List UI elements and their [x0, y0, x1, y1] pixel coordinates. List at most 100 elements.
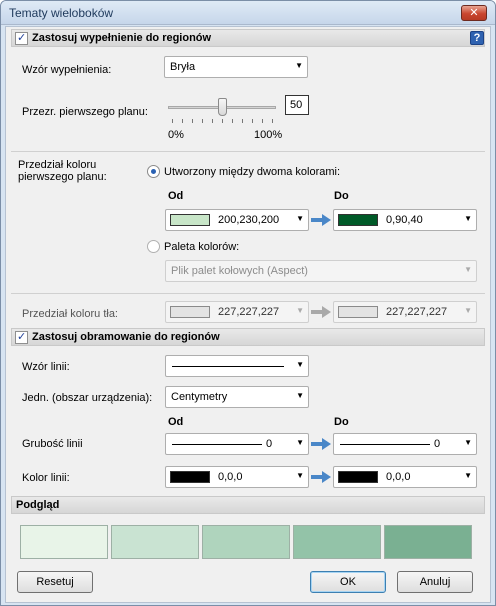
chevron-down-icon: ▼: [296, 471, 304, 480]
slider-tick: [272, 119, 273, 123]
foreground-from-color-value: 200,230,200: [218, 214, 280, 226]
palette-radio[interactable]: [147, 240, 160, 253]
slider-tick: [232, 119, 233, 123]
preview-swatch: [293, 525, 381, 559]
border-section-title: Zastosuj obramowanie do regionów: [32, 331, 220, 343]
background-to-color-dropdown[interactable]: 227,227,227 ▼: [333, 301, 477, 323]
units-label: Jedn. (obszar urządzenia):: [22, 392, 153, 404]
chevron-down-icon: ▼: [295, 61, 303, 70]
help-button[interactable]: ?: [470, 31, 484, 45]
close-icon: ✕: [469, 7, 479, 19]
color-swatch: [338, 214, 378, 226]
chevron-down-icon: ▼: [464, 471, 472, 480]
palette-value: Plik palet kołowych (Aspect): [171, 265, 308, 277]
arrow-right-icon: [311, 438, 331, 450]
divider: [11, 293, 485, 294]
background-from-color-dropdown[interactable]: 227,227,227 ▼: [165, 301, 309, 323]
thickness-from-dropdown[interactable]: 0 ▼: [165, 433, 309, 455]
chevron-down-icon: ▼: [296, 214, 304, 223]
close-button[interactable]: ✕: [461, 5, 487, 21]
line-thickness-label: Grubość linii: [22, 438, 83, 450]
slider-tick: [172, 119, 173, 123]
background-range-label: Przedział koloru tła:: [22, 308, 118, 320]
line-color-to-value: 0,0,0: [386, 471, 411, 483]
arrow-right-icon: [311, 214, 331, 226]
transparency-label: Przezr. pierwszego planu:: [22, 106, 148, 118]
preview-swatch: [202, 525, 290, 559]
divider: [11, 151, 485, 152]
chevron-down-icon: ▼: [464, 265, 472, 274]
thickness-to-dropdown[interactable]: 0 ▼: [333, 433, 477, 455]
line-color-to-dropdown[interactable]: 0,0,0 ▼: [333, 466, 477, 488]
chevron-down-icon: ▼: [296, 360, 304, 369]
fill-section-header: ✓ Zastosuj wypełnienie do regionów ?: [11, 29, 485, 47]
checkmark-icon: ✓: [17, 331, 27, 343]
color-swatch: [338, 471, 378, 483]
slider-tick: [262, 119, 263, 123]
foreground-from-color-dropdown[interactable]: 200,230,200 ▼: [165, 209, 309, 231]
two-colors-radio[interactable]: [147, 165, 160, 178]
slider-ticks: [172, 119, 273, 123]
checkmark-icon: ✓: [17, 32, 27, 44]
color-swatch: [338, 306, 378, 318]
chevron-down-icon: ▼: [464, 306, 472, 315]
fill-section-title: Zastosuj wypełnienie do regionów: [32, 32, 212, 44]
border-to-label: Do: [334, 416, 349, 428]
reset-button-label: Resetuj: [36, 576, 74, 588]
preview-swatch: [111, 525, 199, 559]
transparency-slider-thumb[interactable]: [218, 98, 227, 116]
fill-pattern-dropdown[interactable]: Bryła ▼: [164, 56, 308, 78]
slider-max-label: 100%: [254, 129, 283, 141]
line-color-from-value: 0,0,0: [218, 471, 243, 483]
slider-tick: [222, 119, 223, 123]
preview-swatch: [384, 525, 472, 559]
preview-title: Podgląd: [16, 499, 60, 511]
chevron-down-icon: ▼: [296, 438, 304, 447]
ok-button[interactable]: OK: [310, 571, 386, 593]
reset-button[interactable]: Resetuj: [17, 571, 93, 593]
slider-tick: [212, 119, 213, 123]
slider-tick: [182, 119, 183, 123]
units-value: Centymetry: [171, 391, 228, 403]
arrow-right-icon: [311, 306, 331, 318]
arrow-right-icon: [311, 471, 331, 483]
fill-pattern-value: Bryła: [170, 61, 196, 73]
cancel-button-label: Anuluj: [419, 576, 451, 588]
line-pattern-label: Wzór linii:: [22, 361, 70, 373]
chevron-down-icon: ▼: [296, 306, 304, 315]
border-section-checkbox[interactable]: ✓: [15, 331, 28, 344]
foreground-to-color-dropdown[interactable]: 0,90,40 ▼: [333, 209, 477, 231]
background-from-color-value: 227,227,227: [218, 306, 280, 318]
slider-tick: [192, 119, 193, 123]
thickness-sample: [340, 444, 430, 445]
line-color-from-dropdown[interactable]: 0,0,0 ▼: [165, 466, 309, 488]
dialog-window: Tematy wieloboków ✕ ✓ Zastosuj wypełnien…: [0, 0, 496, 606]
preview-swatch: [20, 525, 108, 559]
chevron-down-icon: ▼: [464, 214, 472, 223]
dialog-body: ✓ Zastosuj wypełnienie do regionów ? Wzó…: [5, 26, 491, 603]
thickness-to-value: 0: [434, 438, 441, 450]
slider-tick: [202, 119, 203, 123]
radio-selected-dot: [151, 169, 156, 174]
window-title: Tematy wieloboków: [9, 6, 114, 20]
line-pattern-dropdown[interactable]: ▼: [165, 355, 309, 377]
two-colors-option-label: Utworzony między dwoma kolorami:: [164, 166, 341, 178]
palette-dropdown[interactable]: Plik palet kołowych (Aspect) ▼: [165, 260, 477, 282]
cancel-button[interactable]: Anuluj: [397, 571, 473, 593]
to-label: Do: [334, 190, 349, 202]
help-icon: ?: [473, 32, 481, 44]
foreground-range-label-2: pierwszego planu:: [18, 171, 107, 183]
transparency-input[interactable]: 50: [285, 95, 309, 115]
fill-pattern-label: Wzór wypełnienia:: [22, 64, 112, 76]
color-swatch: [170, 471, 210, 483]
foreground-to-color-value: 0,90,40: [386, 214, 423, 226]
units-dropdown[interactable]: Centymetry ▼: [165, 386, 309, 408]
chevron-down-icon: ▼: [296, 391, 304, 400]
preview-header: Podgląd: [11, 496, 485, 514]
chevron-down-icon: ▼: [464, 438, 472, 447]
fill-section-checkbox[interactable]: ✓: [15, 32, 28, 45]
palette-option-label: Paleta kolorów:: [164, 241, 240, 253]
thickness-sample: [172, 444, 262, 445]
border-from-label: Od: [168, 416, 184, 428]
color-swatch: [170, 214, 210, 226]
